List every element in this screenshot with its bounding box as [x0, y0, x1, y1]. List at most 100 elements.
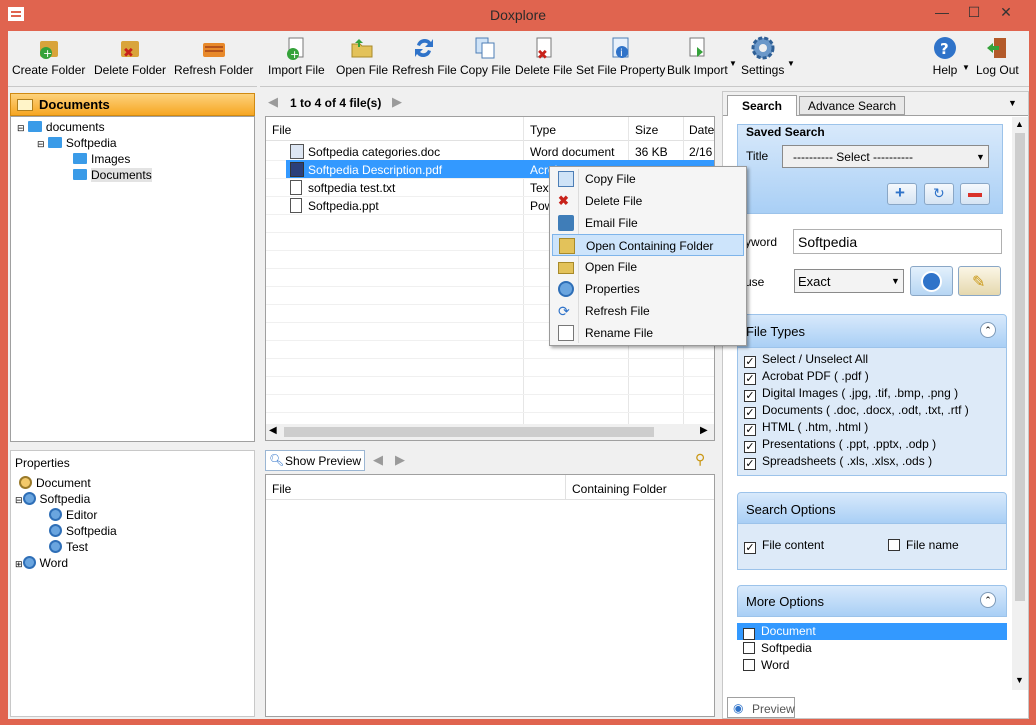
column-file[interactable]: File: [272, 123, 291, 137]
delete-file-button[interactable]: ✖ Delete File: [515, 35, 572, 77]
file-type-option[interactable]: ✓ Digital Images ( .jpg, .tif, .bmp, .png…: [744, 386, 958, 402]
import-file-button[interactable]: + Import File: [268, 35, 325, 77]
checkbox-checked[interactable]: ✓: [744, 441, 756, 453]
checkbox-checked[interactable]: ✓: [744, 373, 756, 385]
logout-button[interactable]: Log Out: [976, 35, 1019, 77]
refresh-saved-search-button[interactable]: ↻: [924, 183, 954, 205]
preview-column-file[interactable]: File: [272, 482, 291, 496]
more-option-item[interactable]: Softpedia: [743, 641, 812, 655]
set-file-property-button[interactable]: i Set File Property: [576, 35, 665, 77]
checkbox-checked[interactable]: ✓: [744, 356, 756, 368]
delete-saved-search-button[interactable]: [960, 183, 990, 205]
scroll-left-icon[interactable]: ◀: [269, 425, 277, 436]
menu-item-rename-file[interactable]: Rename File: [552, 322, 744, 344]
title-select[interactable]: ---------- Select ---------- ▼: [782, 145, 989, 168]
scroll-down-icon[interactable]: ▼: [1015, 675, 1024, 685]
keyword-input[interactable]: Softpedia: [793, 229, 1002, 254]
file-name-option[interactable]: File name: [888, 538, 959, 552]
prev-page-icon[interactable]: ◀: [268, 94, 278, 110]
bulk-import-dropdown-icon[interactable]: ▼: [729, 59, 737, 68]
checkbox-checked[interactable]: ✓: [743, 628, 755, 640]
file-type-option[interactable]: ✓ Documents ( .doc, .docx, .odt, .txt, .r…: [744, 403, 969, 419]
open-file-button[interactable]: Open File: [336, 35, 388, 77]
more-option-item[interactable]: Word: [743, 658, 789, 672]
horizontal-scrollbar[interactable]: ◀ ▶: [266, 424, 714, 440]
copy-file-button[interactable]: Copy File: [460, 35, 511, 77]
file-type-option[interactable]: ✓ Presentations ( .ppt, .pptx, .odp ): [744, 437, 936, 453]
property-node-test[interactable]: Test: [49, 540, 88, 554]
maximize-button[interactable]: ☐: [962, 4, 986, 21]
clause-select[interactable]: Exact ▼: [794, 269, 904, 293]
file-type-option[interactable]: ✓ Select / Unselect All: [744, 352, 868, 368]
menu-item-properties[interactable]: Properties: [552, 278, 744, 300]
preview-prev-icon[interactable]: ◀: [373, 452, 383, 468]
settings-button[interactable]: Settings ▼: [741, 35, 795, 77]
file-types-header[interactable]: File Types ⌃: [737, 314, 1007, 348]
more-option-item-selected[interactable]: ✓ Document: [737, 623, 1007, 640]
clear-broom-icon[interactable]: ⚲: [695, 451, 705, 468]
minimize-button[interactable]: —: [930, 4, 954, 20]
panel-menu-icon[interactable]: ▼: [1008, 98, 1017, 108]
folder-node-softpedia[interactable]: ⊟ Softpedia: [37, 136, 117, 150]
collapse-icon[interactable]: ⌃: [980, 592, 996, 608]
folder-node-documents-sub[interactable]: Documents: [73, 168, 152, 182]
property-node-document[interactable]: Document: [19, 476, 91, 490]
file-type-option[interactable]: ✓ Spreadsheets ( .xls, .xlsx, .ods ): [744, 454, 932, 470]
checkbox-checked[interactable]: ✓: [744, 407, 756, 419]
file-type-option[interactable]: ✓ HTML ( .htm, .html ): [744, 420, 868, 436]
checkbox-checked[interactable]: ✓: [744, 424, 756, 436]
add-saved-search-button[interactable]: +: [887, 183, 917, 205]
refresh-file-button[interactable]: Refresh File: [392, 35, 457, 77]
checkbox-unchecked[interactable]: [888, 539, 900, 551]
property-node-editor[interactable]: Editor: [49, 508, 97, 522]
checkbox-unchecked[interactable]: [743, 659, 755, 671]
menu-item-refresh-file[interactable]: ⟳ Refresh File: [552, 300, 744, 322]
file-content-option[interactable]: ✓ File content: [744, 538, 824, 554]
menu-item-open-containing-folder[interactable]: Open Containing Folder: [552, 234, 744, 256]
folder-node-documents[interactable]: ⊟ documents: [17, 120, 105, 134]
column-date[interactable]: Date: [689, 123, 714, 137]
table-row[interactable]: Softpedia categories.doc Word document 3…: [266, 142, 714, 160]
property-node-word[interactable]: ⊞ Word: [15, 556, 68, 570]
scroll-thumb[interactable]: [284, 427, 654, 437]
eye-icon: ◉: [733, 701, 744, 715]
more-options-header[interactable]: More Options ⌃: [737, 585, 1007, 617]
help-button[interactable]: ? Help ▼: [932, 35, 970, 77]
column-size[interactable]: Size: [635, 123, 658, 137]
menu-item-copy-file[interactable]: Copy File: [552, 168, 744, 190]
next-page-icon[interactable]: ▶: [392, 94, 402, 110]
scroll-right-icon[interactable]: ▶: [700, 425, 708, 436]
menu-item-delete-file[interactable]: ✖ Delete File: [552, 190, 744, 212]
create-folder-button[interactable]: + Create Folder: [12, 35, 85, 77]
tab-search[interactable]: Search: [727, 95, 797, 116]
scroll-thumb[interactable]: [1015, 133, 1025, 601]
help-dropdown-icon[interactable]: ▼: [962, 63, 970, 72]
settings-dropdown-icon[interactable]: ▼: [787, 59, 795, 68]
scroll-up-icon[interactable]: ▲: [1015, 119, 1024, 129]
search-button[interactable]: [910, 266, 953, 296]
property-node-softpedia-sub[interactable]: Softpedia: [49, 524, 117, 538]
preview-column-containing-folder[interactable]: Containing Folder: [572, 482, 667, 496]
show-preview-button[interactable]: 🔍︎ Show Preview: [265, 450, 365, 471]
file-type-option[interactable]: ✓ Acrobat PDF ( .pdf ): [744, 369, 869, 385]
preview-tab[interactable]: ◉ Preview: [727, 697, 795, 718]
checkbox-checked[interactable]: ✓: [744, 458, 756, 470]
tab-advance-search[interactable]: Advance Search: [799, 96, 905, 115]
menu-item-email-file[interactable]: Email File: [552, 212, 744, 234]
property-node-softpedia[interactable]: ⊟ Softpedia: [15, 492, 90, 506]
delete-folder-button[interactable]: ✖ Delete Folder: [94, 35, 166, 77]
menu-item-open-file[interactable]: Open File: [552, 256, 744, 278]
column-type[interactable]: Type: [530, 123, 556, 137]
refresh-folder-button[interactable]: Refresh Folder: [174, 35, 253, 77]
folder-node-images[interactable]: Images: [73, 152, 130, 166]
close-button[interactable]: ✕: [994, 4, 1018, 21]
collapse-icon[interactable]: ⌃: [980, 322, 996, 338]
clear-button[interactable]: ✎: [958, 266, 1001, 296]
checkbox-checked[interactable]: ✓: [744, 390, 756, 402]
preview-next-icon[interactable]: ▶: [395, 452, 405, 468]
search-options-header[interactable]: Search Options: [737, 492, 1007, 524]
bulk-import-button[interactable]: Bulk Import ▼: [667, 35, 737, 77]
vertical-scrollbar[interactable]: ▲ ▼: [1012, 117, 1028, 690]
checkbox-unchecked[interactable]: [743, 642, 755, 654]
checkbox-checked[interactable]: ✓: [744, 542, 756, 554]
